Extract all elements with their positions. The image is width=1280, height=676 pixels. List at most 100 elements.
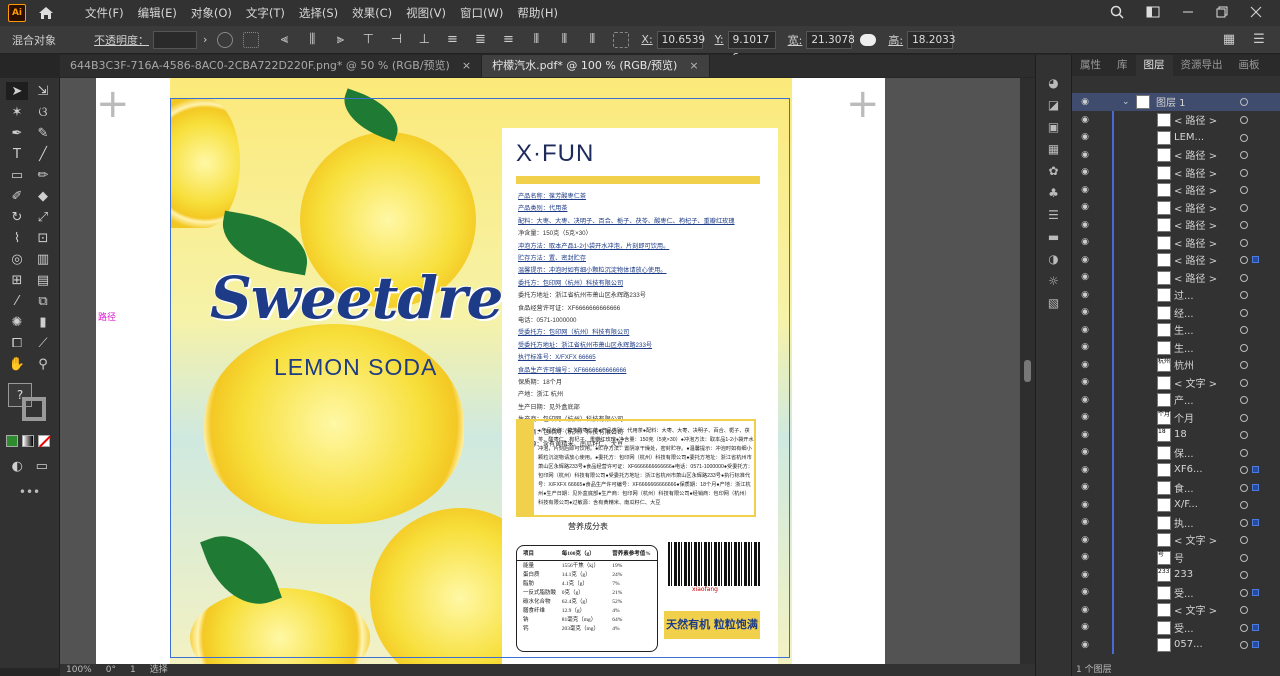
align-vcenter-icon[interactable]: ⊣ bbox=[385, 31, 407, 49]
selection-indicator[interactable] bbox=[1252, 483, 1259, 491]
eye-icon[interactable]: ◉ bbox=[1078, 237, 1092, 247]
target-icon[interactable] bbox=[1240, 466, 1248, 474]
layer-name[interactable]: 生... bbox=[1174, 322, 1194, 337]
stroke-panel-icon[interactable]: ☰ bbox=[1045, 208, 1063, 222]
selection-tool-icon[interactable]: ➤ bbox=[6, 82, 28, 100]
free-transform-icon[interactable]: ⊡ bbox=[32, 229, 54, 247]
none-icon[interactable] bbox=[38, 435, 52, 448]
layer-row[interactable]: ◉ XF6... bbox=[1072, 461, 1280, 479]
rotation-value[interactable]: 0° bbox=[106, 664, 116, 676]
layer-name[interactable]: LEM... bbox=[1174, 132, 1204, 143]
target-icon[interactable] bbox=[1240, 308, 1248, 317]
rectangle-tool-icon[interactable]: ▭ bbox=[6, 166, 28, 184]
align-top-icon[interactable]: ⊤ bbox=[357, 31, 379, 49]
eye-icon[interactable]: ◉ bbox=[1078, 430, 1092, 440]
target-icon[interactable] bbox=[1240, 238, 1248, 247]
layer-name[interactable]: 号 bbox=[1174, 550, 1184, 565]
align-hcenter-icon[interactable]: ⫼ bbox=[301, 31, 323, 49]
hand-tool-icon[interactable]: ✋ bbox=[6, 355, 28, 373]
gradient-tool-icon[interactable]: ▤ bbox=[32, 271, 54, 289]
layer-row[interactable]: ◉ LEM... bbox=[1072, 128, 1280, 146]
eye-icon[interactable]: ◉ bbox=[1078, 202, 1092, 212]
type-tool-icon[interactable]: T bbox=[6, 145, 28, 163]
home-icon[interactable] bbox=[34, 3, 58, 23]
layer-name[interactable]: 保... bbox=[1174, 445, 1194, 460]
chevron-right-icon[interactable]: › bbox=[203, 33, 207, 46]
layer-name[interactable]: < 文字 > bbox=[1174, 602, 1217, 617]
color-panel-icon[interactable]: ◕ bbox=[1045, 76, 1063, 90]
layer-name[interactable]: 图层 1 bbox=[1156, 94, 1186, 109]
target-icon[interactable] bbox=[1240, 168, 1248, 177]
menu-icon[interactable]: ☰ bbox=[1248, 31, 1270, 49]
symbols-icon[interactable]: ♣ bbox=[1045, 186, 1063, 200]
curvature-tool-icon[interactable]: ✎ bbox=[32, 124, 54, 142]
eye-icon[interactable]: ◉ bbox=[1078, 150, 1092, 160]
brushes-icon[interactable]: ✿ bbox=[1045, 164, 1063, 178]
menu-item[interactable]: 效果(C) bbox=[345, 0, 399, 26]
perspective-grid-icon[interactable]: ▥ bbox=[32, 250, 54, 268]
layer-row[interactable]: ◉ 个月 个月 bbox=[1072, 408, 1280, 426]
target-icon[interactable] bbox=[1240, 326, 1248, 334]
eye-icon[interactable]: ◉ bbox=[1078, 570, 1092, 580]
layer-row[interactable]: ◉ 受... bbox=[1072, 583, 1280, 601]
layer-row[interactable]: ◉ 受... bbox=[1072, 618, 1280, 636]
target-icon[interactable] bbox=[1240, 571, 1248, 579]
target-icon[interactable] bbox=[1240, 343, 1248, 352]
layer-row[interactable]: ◉ < 路径 > bbox=[1072, 163, 1280, 181]
layer-name[interactable]: < 路径 > bbox=[1174, 252, 1217, 267]
document-tab[interactable]: 柠檬汽水.pdf* @ 100 % (RGB/预览) × bbox=[482, 55, 710, 77]
eye-icon[interactable]: ◉ bbox=[1078, 220, 1092, 230]
selection-indicator[interactable] bbox=[1252, 256, 1259, 263]
layer-row[interactable]: ◉ < 路径 > bbox=[1072, 251, 1280, 269]
target-icon[interactable] bbox=[1240, 203, 1248, 212]
layer-name[interactable]: < 路径 > bbox=[1174, 200, 1217, 215]
zoom-level[interactable]: 100% bbox=[66, 664, 92, 676]
scale-tool-icon[interactable]: ⤢ bbox=[32, 208, 54, 226]
target-icon[interactable] bbox=[1240, 256, 1248, 264]
layer-name[interactable]: < 路径 > bbox=[1174, 270, 1217, 285]
vertical-scrollbar[interactable] bbox=[1020, 78, 1035, 664]
minimize-icon[interactable] bbox=[1182, 6, 1194, 21]
layer-name[interactable]: 18 bbox=[1174, 429, 1187, 440]
symbol-sprayer-icon[interactable]: ✺ bbox=[6, 313, 28, 331]
eye-icon[interactable]: ◉ bbox=[1078, 552, 1092, 562]
close-icon[interactable] bbox=[1250, 6, 1262, 21]
target-icon[interactable] bbox=[1240, 431, 1248, 439]
eye-icon[interactable]: ◉ bbox=[1078, 97, 1092, 107]
graphic-styles-icon[interactable]: ▧ bbox=[1045, 296, 1063, 310]
eye-icon[interactable]: ◉ bbox=[1078, 290, 1092, 300]
close-tab-icon[interactable]: × bbox=[462, 59, 471, 72]
target-icon[interactable] bbox=[1240, 518, 1248, 527]
layer-name[interactable]: < 路径 > bbox=[1174, 165, 1217, 180]
distribute-left-icon[interactable]: ⦀ bbox=[525, 31, 547, 49]
layer-row[interactable]: ◉ 生... bbox=[1072, 321, 1280, 339]
link-icon[interactable] bbox=[860, 33, 877, 46]
menu-item[interactable]: 编辑(E) bbox=[131, 0, 184, 26]
target-icon[interactable] bbox=[1240, 536, 1248, 544]
target-icon[interactable] bbox=[1240, 186, 1248, 194]
layer-name[interactable]: 生... bbox=[1174, 340, 1194, 355]
eye-icon[interactable]: ◉ bbox=[1078, 167, 1092, 177]
layer-row[interactable]: ◉ 产... bbox=[1072, 391, 1280, 409]
layer-row[interactable]: ◉ < 路径 > bbox=[1072, 198, 1280, 216]
layer-name[interactable]: 食... bbox=[1174, 480, 1194, 495]
target-icon[interactable] bbox=[1240, 396, 1248, 404]
target-icon[interactable] bbox=[1240, 553, 1248, 562]
selection-indicator[interactable] bbox=[1252, 466, 1259, 473]
shape-builder-icon[interactable]: ◎ bbox=[6, 250, 28, 268]
appearance-icon[interactable]: ☼ bbox=[1045, 274, 1063, 288]
transparency-icon[interactable]: ◑ bbox=[1045, 252, 1063, 266]
layer-name[interactable]: 057... bbox=[1174, 639, 1203, 650]
menu-item[interactable]: 文件(F) bbox=[78, 0, 131, 26]
layer-name[interactable]: 杭州 bbox=[1174, 357, 1194, 372]
layer-name[interactable]: 经... bbox=[1174, 305, 1194, 320]
target-icon[interactable] bbox=[1240, 221, 1248, 229]
magic-wand-icon[interactable]: ✶ bbox=[6, 103, 28, 121]
layer-row[interactable]: ◉ < 路径 > bbox=[1072, 268, 1280, 286]
restore-icon[interactable] bbox=[1216, 6, 1228, 21]
layer-row[interactable]: ◉ < 路径 > bbox=[1072, 181, 1280, 199]
eye-icon[interactable]: ◉ bbox=[1078, 395, 1092, 405]
layer-row[interactable]: ◉ < 路径 > bbox=[1072, 216, 1280, 234]
artboard-tool-icon[interactable]: ⧠ bbox=[6, 334, 28, 352]
slice-tool-icon[interactable]: ⟋ bbox=[32, 334, 54, 352]
